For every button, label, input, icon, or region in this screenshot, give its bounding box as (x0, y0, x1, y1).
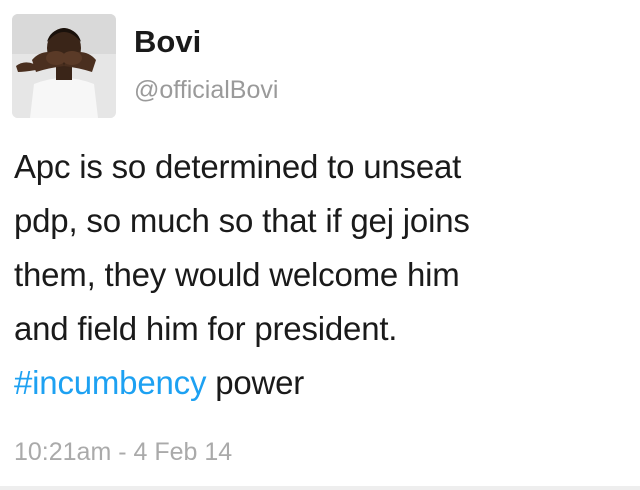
tweet-text-line: them, they would welcome him (14, 256, 460, 293)
avatar-photo (12, 14, 116, 118)
tweet-text-line: and field him for president. (14, 310, 398, 347)
tweet-text-tail: power (206, 364, 305, 401)
avatar[interactable] (12, 14, 116, 118)
hashtag-link[interactable]: #incumbency (14, 364, 206, 401)
divider (0, 486, 640, 490)
author-handle[interactable]: @officialBovi (134, 78, 278, 103)
author-name[interactable]: Bovi (134, 26, 201, 57)
tweet-text: Apc is so determined to unseat pdp, so m… (14, 140, 626, 410)
tweet-timestamp[interactable]: 10:21am - 4 Feb 14 (14, 440, 232, 465)
tweet-card: Bovi @officialBovi Apc is so determined … (0, 0, 640, 490)
tweet-text-line-hashtag: #incumbency power (14, 356, 626, 410)
tweet-text-line: pdp, so much so that if gej joins (14, 202, 470, 239)
tweet-text-line: Apc is so determined to unseat (14, 148, 462, 185)
